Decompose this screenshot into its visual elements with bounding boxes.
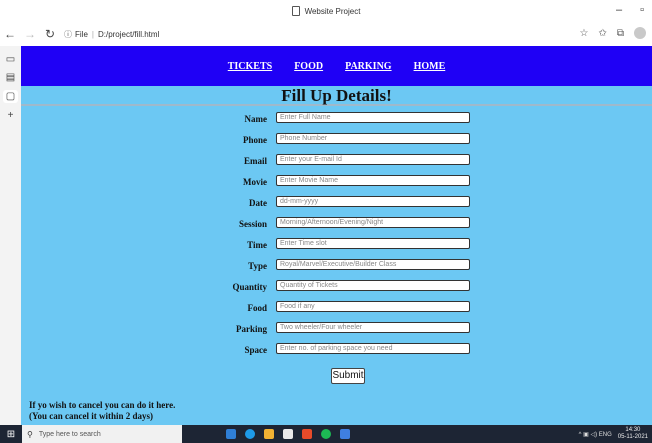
cancel-note: If yo wish to cancel you can do it here.…	[29, 400, 175, 422]
phone-label: Phone	[242, 135, 267, 145]
name-input[interactable]: Enter Full Name	[276, 112, 470, 123]
refresh-button[interactable]: ↻	[40, 27, 60, 41]
windows-taskbar: ⊞ ⚲ Type here to search ^ ▣ ◁) ENG 14:30…	[0, 425, 652, 443]
form-row-quantity: Quantity Quantity of Tickets	[21, 280, 652, 296]
page-icon	[291, 6, 300, 16]
taskbar-search[interactable]: ⚲ Type here to search	[22, 425, 182, 443]
maximize-button[interactable]: ▫	[640, 4, 644, 16]
nav-food-link[interactable]: FOOD	[294, 61, 323, 72]
name-label: Name	[244, 114, 268, 124]
heading-section: Fill Up Details!	[21, 86, 652, 106]
cancel-note-line-2: (You can cancel it within 2 days)	[29, 411, 154, 421]
page-content: TICKETS FOOD PARKING HOME Fill Up Detail…	[21, 46, 652, 425]
taskbar-lock-icon[interactable]	[283, 429, 293, 439]
submit-button[interactable]: Submit	[331, 368, 365, 384]
url-path: D:/project/fill.html	[97, 29, 160, 39]
time-input[interactable]: Enter Time slot	[276, 238, 470, 249]
taskbar-edge-icon[interactable]	[245, 429, 255, 439]
url-field[interactable]: ⓘ File | D:/project/fill.html	[64, 29, 159, 40]
date-input[interactable]: dd-mm-yyyy	[276, 196, 470, 207]
new-tab-icon[interactable]: +	[8, 110, 14, 121]
space-label: Space	[244, 345, 268, 355]
taskbar-file-explorer-icon[interactable]	[264, 429, 274, 439]
tray-icons[interactable]: ^ ▣ ◁) ENG	[579, 431, 612, 438]
minimize-button[interactable]: –	[616, 4, 622, 16]
food-input[interactable]: Food if any	[276, 301, 470, 312]
taskbar-app-store-icon[interactable]	[226, 429, 236, 439]
profile-avatar[interactable]	[634, 27, 646, 39]
parking-label: Parking	[235, 324, 267, 334]
tab-actions-icon[interactable]: ▭	[6, 54, 15, 65]
favorites-icon[interactable]: ✩	[598, 28, 606, 39]
address-bar: ← → ↻ ⓘ File | D:/project/fill.html	[0, 22, 652, 46]
read-aloud-icon[interactable]: ☆	[580, 28, 589, 39]
taskbar-word-icon[interactable]	[340, 429, 350, 439]
browser-side-rail: ▭ ▤ ▢ +	[0, 46, 21, 425]
cancel-note-line-1: If yo wish to cancel you can do it here.	[29, 400, 176, 410]
window-title-bar: Website Project – ▫	[0, 0, 652, 22]
type-label: Type	[248, 261, 267, 271]
search-icon: ⚲	[27, 429, 33, 439]
back-button[interactable]: ←	[0, 27, 20, 41]
taskbar-office-icon[interactable]	[302, 429, 312, 439]
tray-clock[interactable]: 14:30 05-11-2021	[618, 427, 648, 441]
form-row-movie: Movie Enter Movie Name	[21, 175, 652, 191]
nav-tickets-link[interactable]: TICKETS	[228, 61, 272, 72]
top-navbar: TICKETS FOOD PARKING HOME	[21, 46, 652, 86]
email-input[interactable]: Enter your E-mail Id	[276, 154, 470, 165]
session-input[interactable]: Morning/Afternoon/Evening/Night	[276, 217, 470, 228]
type-input[interactable]: Royal/Marvel/Executive/Builder Class	[276, 259, 470, 270]
form-row-food: Food Food if any	[21, 301, 652, 317]
tray-date: 05-11-2021	[617, 434, 648, 440]
nav-parking-link[interactable]: PARKING	[345, 61, 391, 72]
form-row-phone: Phone Phone Number	[21, 133, 652, 149]
food-label: Food	[247, 303, 267, 313]
info-icon[interactable]: ⓘ	[64, 29, 72, 40]
parking-input[interactable]: Two wheeler/Four wheeler	[276, 322, 470, 333]
form-row-time: Time Enter Time slot	[21, 238, 652, 254]
collections-icon[interactable]: ⧉	[617, 28, 624, 39]
window-title: Website Project	[304, 6, 361, 16]
url-scheme: File	[75, 29, 88, 39]
space-input[interactable]: Enter no. of parking space you need	[276, 343, 470, 354]
page-title: Fill Up Details!	[281, 86, 392, 105]
taskbar-spotify-icon[interactable]	[321, 429, 331, 439]
quantity-label: Quantity	[232, 282, 267, 292]
nav-home-link[interactable]: HOME	[414, 61, 446, 72]
forward-button[interactable]: →	[20, 27, 40, 41]
form-row-email: Email Enter your E-mail Id	[21, 154, 652, 170]
session-label: Session	[238, 219, 267, 229]
active-tab-icon[interactable]: ▢	[2, 90, 19, 103]
url-separator: |	[91, 29, 94, 39]
history-icon[interactable]: ▤	[6, 72, 15, 83]
window-controls: – ▫	[616, 4, 644, 16]
system-tray: ^ ▣ ◁) ENG 14:30 05-11-2021	[579, 425, 648, 443]
form-row-name: Name Enter Full Name	[21, 112, 652, 128]
windows-start-icon[interactable]: ⊞	[0, 429, 22, 440]
time-label: Time	[247, 240, 267, 250]
form-row-date: Date dd-mm-yyyy	[21, 196, 652, 212]
browser-tools: ☆ ✩ ⧉	[580, 27, 646, 39]
tray-time: 14:30	[625, 427, 641, 433]
form-row-parking: Parking Two wheeler/Four wheeler	[21, 322, 652, 338]
taskbar-apps	[226, 429, 350, 439]
movie-input[interactable]: Enter Movie Name	[276, 175, 470, 186]
form-row-space: Space Enter no. of parking space you nee…	[21, 343, 652, 359]
form-row-session: Session Morning/Afternoon/Evening/Night	[21, 217, 652, 233]
date-label: Date	[249, 198, 267, 208]
email-label: Email	[243, 156, 267, 166]
form-row-type: Type Royal/Marvel/Executive/Builder Clas…	[21, 259, 652, 275]
taskbar-search-placeholder: Type here to search	[38, 430, 101, 438]
phone-input[interactable]: Phone Number	[276, 133, 470, 144]
movie-label: Movie	[243, 177, 267, 187]
quantity-input[interactable]: Quantity of Tickets	[276, 280, 470, 291]
